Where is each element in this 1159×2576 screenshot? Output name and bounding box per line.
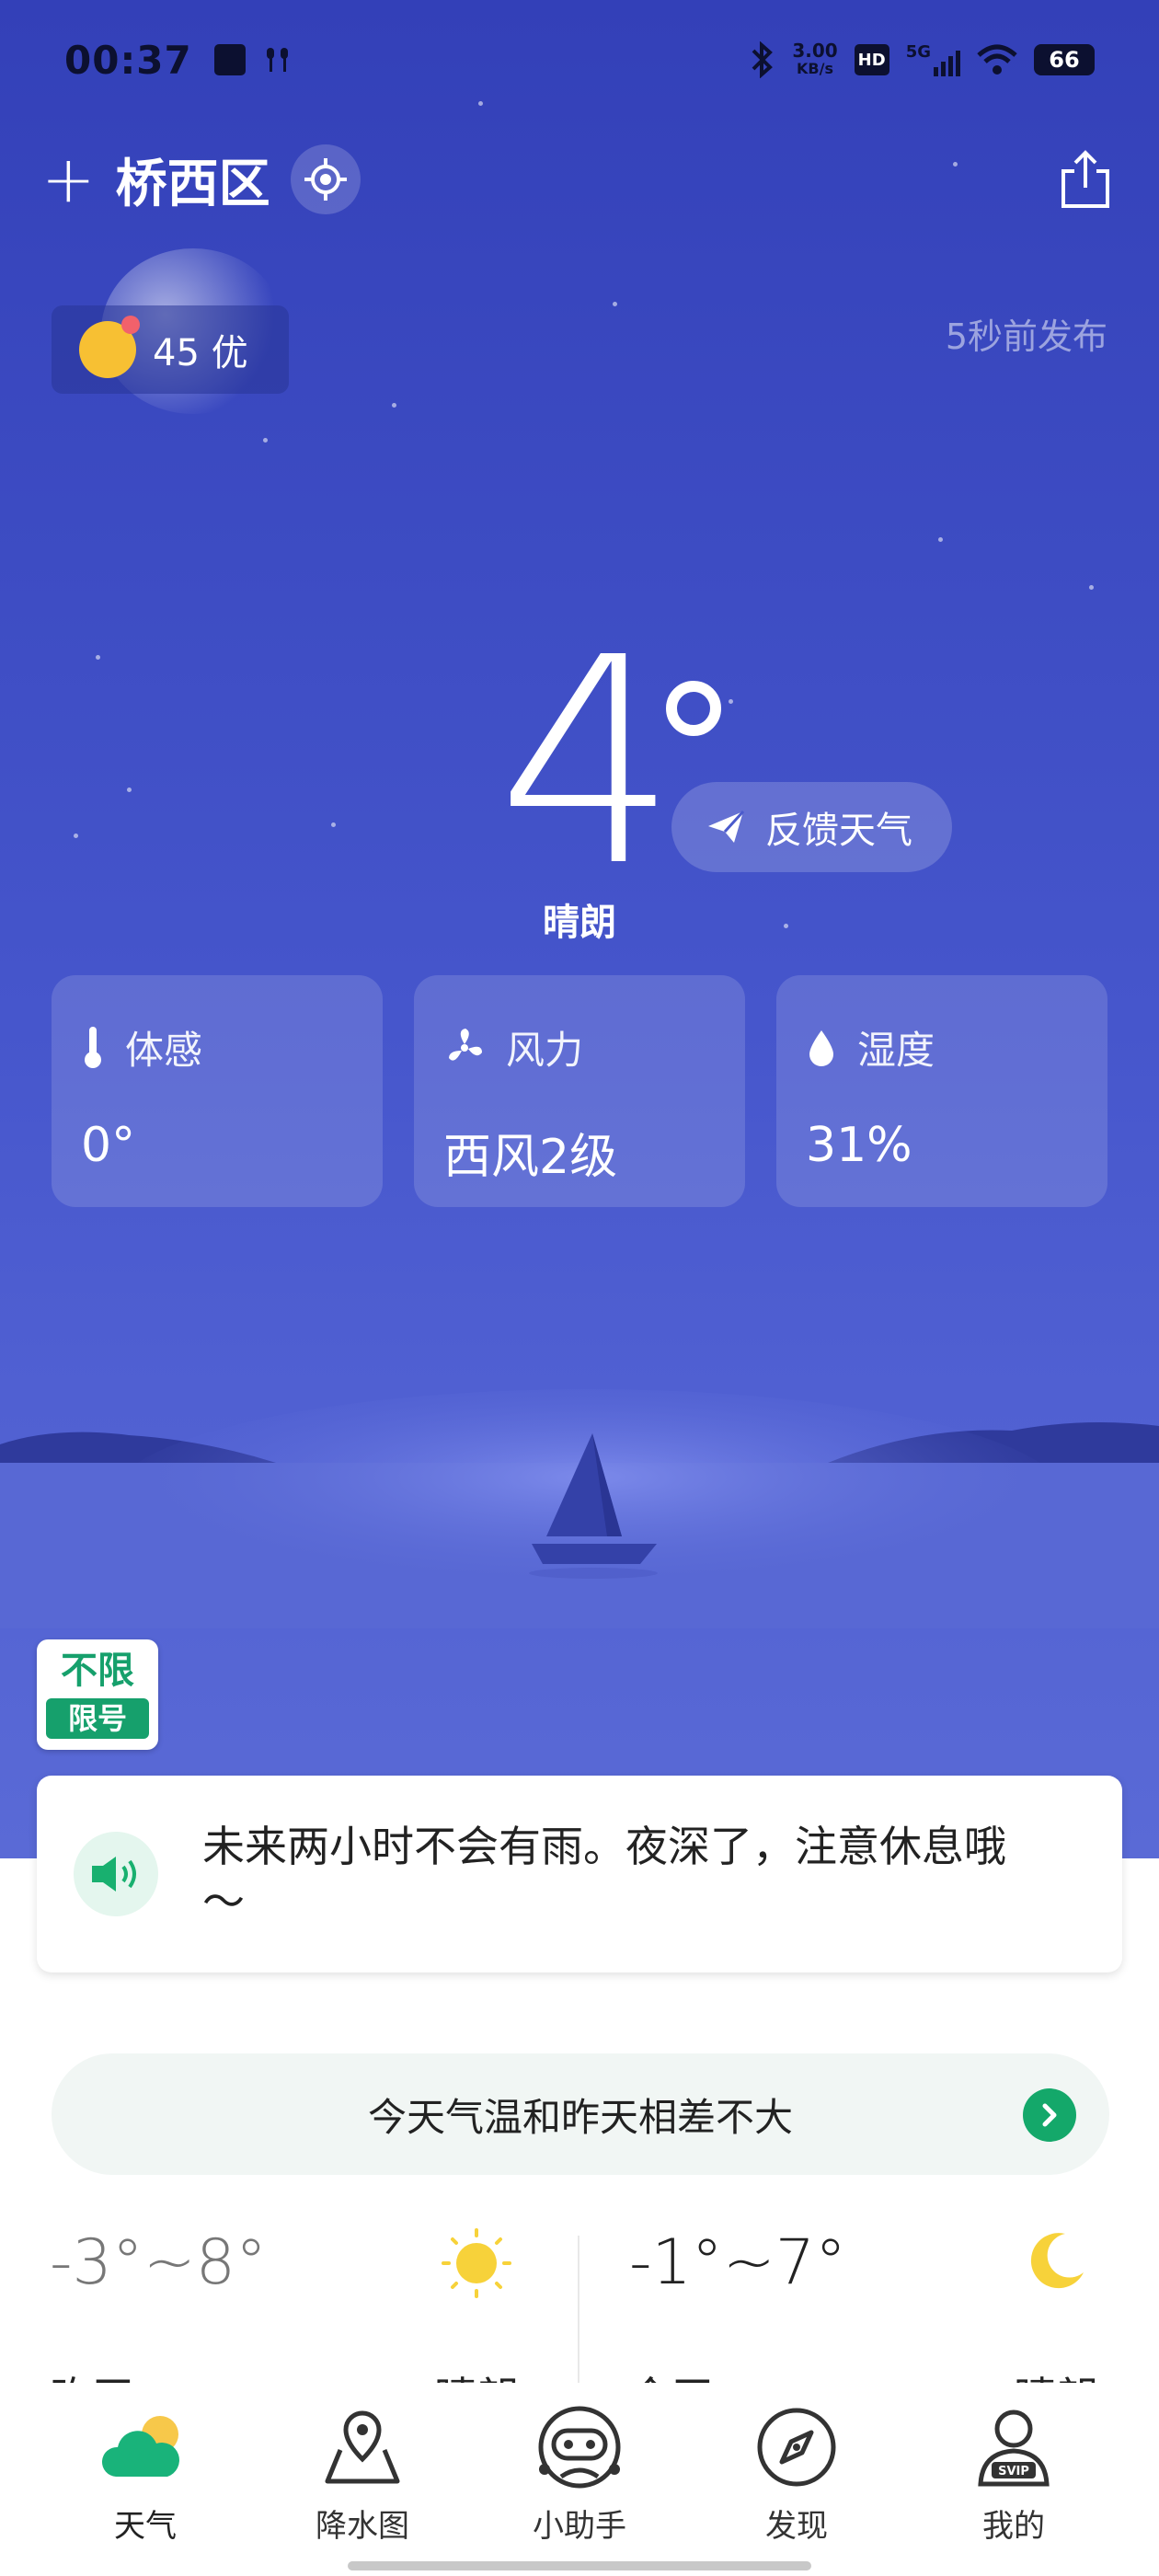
card-label: 风力: [506, 1028, 584, 1073]
moon-icon: [1030, 2233, 1084, 2289]
restriction-top-text: 不限: [61, 1650, 134, 1692]
tab-label: 我的: [982, 2508, 1045, 2545]
restriction-bottom-text: 限号: [46, 1698, 149, 1739]
divider: [578, 2236, 580, 2383]
locate-button[interactable]: [290, 144, 361, 214]
compass-icon: [757, 2408, 836, 2487]
tab-assistant[interactable]: 小助手: [501, 2401, 658, 2576]
day-condition: 晴朗: [434, 2364, 519, 2383]
star: [74, 834, 78, 838]
star: [729, 699, 733, 704]
day-label: 今天: [629, 2364, 714, 2383]
star: [613, 302, 617, 306]
tab-label: 发现: [765, 2508, 828, 2545]
tab-label: 小助手: [533, 2508, 626, 2545]
wifi-icon: [977, 44, 1017, 75]
tab-discover[interactable]: 发现: [718, 2401, 875, 2576]
bottom-tab-bar: 天气 降水图 小助手 发现 SVIP 我的: [0, 2383, 1159, 2576]
paper-plane-icon: [708, 810, 745, 843]
svg-text:SVIP: SVIP: [998, 2465, 1029, 2478]
feedback-label: 反馈天气: [765, 810, 912, 852]
thermometer-icon: [85, 1026, 101, 1068]
status-bar: 00:37 3.00 KB/s HD 5G 66: [0, 0, 1159, 120]
star: [127, 788, 132, 792]
chevron-right-icon: [1023, 2088, 1076, 2142]
sun-icon: [442, 2228, 511, 2298]
degree-symbol: [666, 681, 721, 736]
fan-icon: [449, 1028, 482, 1061]
status-time: 00:37: [64, 37, 192, 83]
lake-landscape: [0, 1389, 1159, 1628]
locate-icon: [304, 158, 347, 201]
map-pin-icon: [325, 2410, 400, 2484]
traffic-restriction-badge[interactable]: 不限 限号: [37, 1639, 158, 1750]
tab-weather[interactable]: 天气: [67, 2401, 224, 2576]
signal-icon: 5G: [906, 43, 960, 76]
droplet-icon: [809, 1029, 833, 1066]
assistant-robot-icon: [538, 2406, 621, 2489]
day-label: 昨天: [50, 2364, 134, 2383]
wind-card[interactable]: 风力 西风2级: [414, 975, 745, 1207]
tab-precipitation-map[interactable]: 降水图: [284, 2401, 441, 2576]
feedback-weather-button[interactable]: 反馈天气: [671, 782, 952, 872]
tab-label: 天气: [114, 2508, 177, 2545]
bluetooth-icon: [752, 41, 774, 78]
publish-time: 5秒前发布: [945, 316, 1107, 357]
forecast-notice-card[interactable]: 未来两小时不会有雨。夜深了，注意休息哦～: [37, 1776, 1122, 1972]
temperature-comparison-banner[interactable]: 今天气温和昨天相差不大: [52, 2053, 1109, 2175]
aqi-text: 45 优: [153, 332, 248, 374]
tab-profile[interactable]: SVIP 我的: [935, 2401, 1092, 2576]
card-label: 湿度: [857, 1028, 935, 1073]
top-bar: + 桥西区: [41, 138, 1118, 221]
star: [331, 822, 336, 827]
current-temperature: 4: [497, 597, 679, 929]
notice-text: 未来两小时不会有雨。夜深了，注意休息哦～: [202, 1822, 1006, 1926]
speaker-icon: [92, 1857, 136, 1892]
card-value: 西风2级: [443, 1130, 618, 1185]
battery-indicator: 66: [1034, 44, 1095, 75]
aqi-face-icon: [79, 316, 140, 378]
home-indicator[interactable]: [348, 2561, 811, 2570]
hd-icon: HD: [854, 44, 889, 75]
aqi-badge[interactable]: 45 优: [52, 305, 289, 394]
star: [263, 438, 268, 443]
comparison-text: 今天气温和昨天相差不大: [367, 2094, 793, 2140]
humidity-card[interactable]: 湿度 31%: [776, 975, 1107, 1207]
net-speed: 3.00 KB/s: [792, 40, 838, 77]
star: [392, 403, 396, 408]
feels-like-card[interactable]: 体感 0°: [52, 975, 383, 1207]
star: [96, 655, 100, 660]
weather-condition: 晴朗: [543, 902, 616, 944]
speaker-button[interactable]: [74, 1832, 158, 1916]
card-value: 0°: [81, 1118, 136, 1173]
day-condition: 晴朗: [1014, 2364, 1098, 2383]
svip-user-icon: SVIP: [978, 2409, 1050, 2487]
day-forecast-yesterday[interactable]: -3°~8° 昨天 晴朗: [50, 2226, 528, 2383]
star: [1089, 585, 1094, 590]
share-icon: [1061, 150, 1109, 208]
earbuds-icon: [266, 48, 288, 72]
star: [938, 537, 943, 542]
card-label: 体感: [125, 1028, 203, 1073]
weather-cloud-icon: [101, 2416, 179, 2477]
share-button[interactable]: [1053, 147, 1118, 212]
notification-icon: [213, 44, 246, 75]
card-value: 31%: [806, 1118, 912, 1173]
plus-icon[interactable]: +: [41, 147, 96, 212]
day-forecast-today[interactable]: -1°~7° 今天 晴朗: [629, 2226, 1107, 2383]
city-name[interactable]: 桥西区: [116, 143, 270, 217]
tab-label: 降水图: [316, 2508, 409, 2545]
